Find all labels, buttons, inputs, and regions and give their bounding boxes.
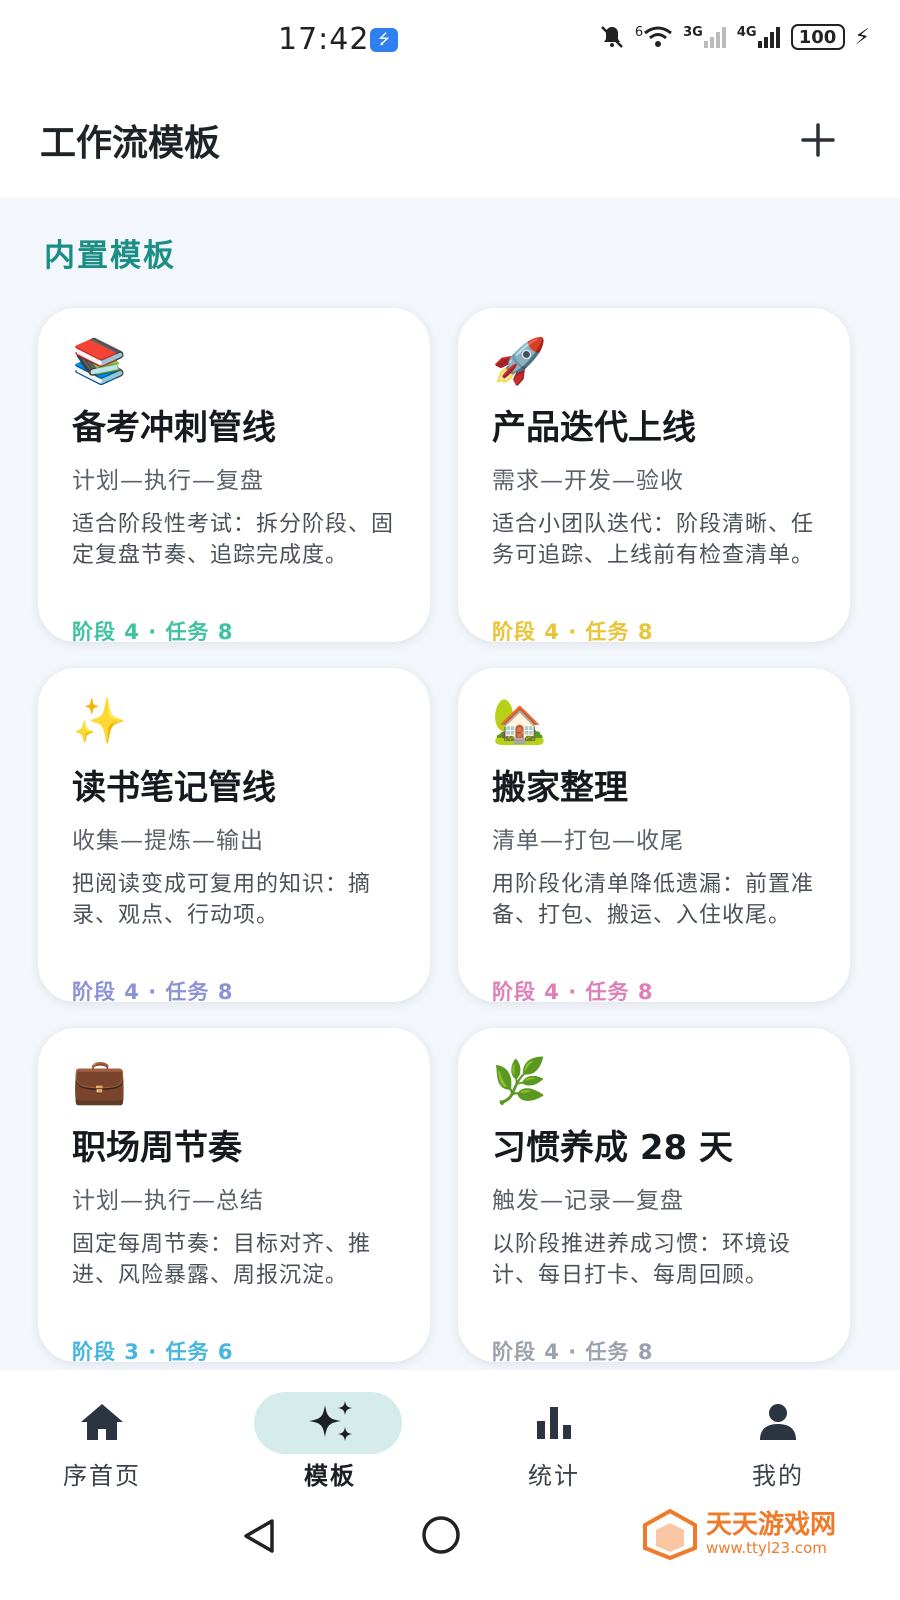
usb-icon: ⭍ (370, 28, 398, 52)
template-description: 固定每周节奏：目标对齐、推进、风险暴露、周报沉淀。 (72, 1232, 372, 1288)
template-grid: 📚 备考冲刺管线 计划—执行—复盘 适合阶段性考试：拆分阶段、固定复盘节奏、追踪… (38, 308, 862, 1364)
template-meta: 阶段 4 · 任务 8 (72, 620, 234, 644)
template-flow: 计划—执行—复盘 (72, 468, 264, 494)
battery-indicator: 100 (790, 24, 845, 50)
wifi-badge: 6 (634, 25, 644, 40)
nav-label: 模板 (304, 1462, 356, 1490)
template-card[interactable]: 📚 备考冲刺管线 计划—执行—复盘 适合阶段性考试：拆分阶段、固定复盘节奏、追踪… (38, 308, 430, 644)
template-title: 搬家整理 (492, 768, 628, 808)
template-description: 适合阶段性考试：拆分阶段、固定复盘节奏、追踪完成度。 (72, 512, 395, 568)
person-icon (760, 1404, 796, 1440)
status-time: 17:42 (278, 22, 370, 57)
system-back-button[interactable] (240, 1516, 280, 1560)
signal-3g-icon: 3G (683, 25, 727, 49)
template-flow: 需求—开发—验收 (492, 468, 684, 494)
template-flow: 清单—打包—收尾 (492, 828, 684, 854)
template-meta: 阶段 4 · 任务 8 (492, 620, 654, 644)
template-card[interactable]: 💼 职场周节奏 计划—执行—总结 固定每周节奏：目标对齐、推进、风险暴露、周报沉… (38, 1028, 430, 1364)
template-description: 把阅读变成可复用的知识：摘录、观点、行动项。 (72, 872, 372, 928)
herb-icon: 🌿 (492, 1056, 547, 1107)
template-title: 习惯养成 28 天 (492, 1128, 733, 1168)
template-title: 产品迭代上线 (492, 408, 696, 448)
template-title: 职场周节奏 (72, 1128, 242, 1168)
status-indicators: 6 3G 4G 100 ⚡ (599, 24, 870, 50)
nav-item-profile[interactable]: 我的 (698, 1392, 858, 1492)
briefcase-icon: 💼 (72, 1056, 127, 1107)
template-meta: 阶段 3 · 任务 6 (72, 1340, 234, 1364)
nav-label: 序首页 (63, 1462, 141, 1490)
watermark-logo-icon (642, 1508, 697, 1560)
nav-item-home[interactable]: 序首页 (22, 1392, 182, 1492)
bottom-nav: 序首页 模板 统计 我的 (0, 1370, 900, 1500)
status-bar: 17:42 ⭍ 6 3G 4G 100 ⚡ (0, 0, 900, 80)
home-circle-icon (422, 1516, 460, 1554)
mute-bell-icon (600, 26, 623, 48)
rocket-icon: 🚀 (492, 336, 547, 387)
watermark: 天天游戏网 www.ttyl23.com (642, 1508, 836, 1560)
template-flow: 计划—执行—总结 (72, 1188, 264, 1214)
template-description: 用阶段化清单降低遗漏：前置准备、打包、搬运、入住收尾。 (492, 872, 815, 928)
template-meta: 阶段 4 · 任务 8 (72, 980, 234, 1004)
signal-4g-icon: 4G (737, 25, 781, 49)
bar-chart-icon (537, 1407, 571, 1439)
template-title: 备考冲刺管线 (72, 408, 276, 448)
template-description: 适合小团队迭代：阶段清晰、任务可追踪、上线前有检查清单。 (492, 512, 815, 568)
plus-icon (801, 123, 835, 157)
books-icon: 📚 (72, 336, 127, 387)
nav-label: 统计 (528, 1462, 580, 1490)
template-card[interactable]: ✨ 读书笔记管线 收集—提炼—输出 把阅读变成可复用的知识：摘录、观点、行动项。… (38, 668, 430, 1004)
nav-item-stats[interactable]: 统计 (474, 1392, 634, 1492)
signal-4g-label: 4G (736, 25, 757, 40)
template-card[interactable]: 🏡 搬家整理 清单—打包—收尾 用阶段化清单降低遗漏：前置准备、打包、搬运、入住… (458, 668, 850, 1004)
system-nav-bar: 天天游戏网 www.ttyl23.com (0, 1500, 900, 1600)
signal-3g-label: 3G (683, 25, 703, 40)
template-flow: 收集—提炼—输出 (72, 828, 264, 854)
template-description: 以阶段推进养成习惯：环境设计、每日打卡、每周回顾。 (492, 1232, 792, 1288)
home-icon (81, 1404, 123, 1440)
watermark-url: www.ttyl23.com (705, 1539, 827, 1557)
template-title: 读书笔记管线 (72, 768, 276, 808)
add-template-button[interactable] (788, 110, 848, 170)
system-home-button[interactable] (420, 1514, 462, 1560)
template-meta: 阶段 4 · 任务 8 (492, 1340, 654, 1364)
template-flow: 触发—记录—复盘 (492, 1188, 684, 1214)
house-icon: 🏡 (492, 696, 547, 747)
sparkles-icon: ✨ (72, 696, 127, 747)
template-card[interactable]: 🚀 产品迭代上线 需求—开发—验收 适合小团队迭代：阶段清晰、任务可追踪、上线前… (458, 308, 850, 644)
sparkles-icon (309, 1401, 352, 1441)
page-title: 工作流模板 (40, 123, 221, 164)
template-meta: 阶段 4 · 任务 8 (492, 980, 654, 1004)
template-card[interactable]: 🌿 习惯养成 28 天 触发—记录—复盘 以阶段推进养成习惯：环境设计、每日打卡… (458, 1028, 850, 1364)
back-triangle-icon (244, 1519, 274, 1553)
charging-icon: ⚡ (854, 24, 870, 50)
nav-item-templates[interactable]: 模板 (250, 1392, 410, 1492)
watermark-name: 天天游戏网 (705, 1510, 836, 1540)
section-title: 内置模板 (44, 238, 176, 274)
template-list[interactable]: 内置模板 📚 备考冲刺管线 计划—执行—复盘 适合阶段性考试：拆分阶段、固定复盘… (0, 198, 900, 1370)
app-header: 工作流模板 (0, 80, 900, 198)
nav-label: 我的 (752, 1462, 804, 1490)
wifi-icon: 6 (635, 25, 673, 49)
